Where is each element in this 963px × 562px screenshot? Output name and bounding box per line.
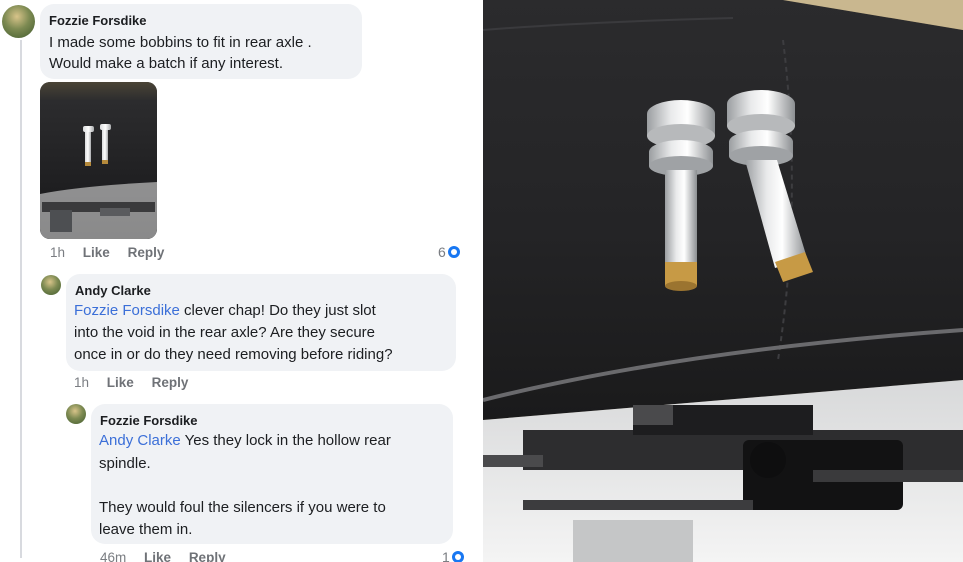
reaction-count[interactable]: 1: [442, 549, 464, 562]
comment-text-line: leave them in.: [99, 521, 193, 538]
bobbins-on-seat-photo: [483, 0, 963, 562]
avatar[interactable]: [2, 5, 35, 38]
comment-text-line: once in or do they need removing before …: [74, 346, 393, 363]
thread-connector: [20, 40, 22, 278]
reply-button[interactable]: Reply: [152, 375, 189, 390]
comment-thread: Fozzie Forsdike I made some bobbins to f…: [0, 0, 472, 562]
comment-text-line: I made some bobbins to fit in rear axle …: [49, 34, 312, 51]
comment-text: clever chap! Do they just slot: [179, 302, 376, 319]
comment-text-line: spindle.: [99, 455, 151, 472]
comment-author[interactable]: Fozzie Forsdike: [49, 13, 147, 28]
avatar[interactable]: [41, 275, 61, 295]
like-button[interactable]: Like: [144, 550, 171, 562]
enlarged-photo[interactable]: [483, 0, 963, 562]
comment-time[interactable]: 46m: [100, 550, 126, 562]
comment-text-line: Fozzie Forsdike clever chap! Do they jus…: [74, 302, 376, 319]
comment-text-line: Andy Clarke Yes they lock in the hollow …: [99, 432, 391, 449]
mention-link[interactable]: Andy Clarke: [99, 432, 181, 449]
reply-button[interactable]: Reply: [128, 245, 165, 260]
comment-actions: 1h Like Reply: [74, 375, 202, 390]
avatar[interactable]: [66, 404, 86, 424]
comment-bubble: Fozzie Forsdike Andy Clarke Yes they loc…: [91, 404, 453, 544]
comment-actions: 46m Like Reply: [100, 550, 240, 562]
comment-actions: 1h Like Reply: [50, 245, 178, 260]
reaction-icon: [447, 246, 460, 258]
reaction-count-value: 1: [442, 549, 450, 562]
comment-bubble: Fozzie Forsdike I made some bobbins to f…: [40, 4, 362, 79]
comment-text-line: They would foul the silencers if you wer…: [99, 499, 386, 516]
thread-connector: [20, 278, 22, 558]
like-button[interactable]: Like: [83, 245, 110, 260]
reaction-icon: [451, 551, 464, 562]
reply-button[interactable]: Reply: [189, 550, 226, 562]
comment-text-line: into the void in the rear axle? Are they…: [74, 324, 376, 341]
like-button[interactable]: Like: [107, 375, 134, 390]
mention-link[interactable]: Fozzie Forsdike: [74, 302, 180, 319]
reaction-count-value: 6: [438, 244, 446, 260]
bobbins-photo-thumbnail: [40, 82, 157, 239]
reaction-count[interactable]: 6: [438, 244, 460, 260]
comment-text: Yes they lock in the hollow rear: [180, 432, 391, 449]
comment-author[interactable]: Andy Clarke: [75, 283, 151, 298]
comment-bubble: Andy Clarke Fozzie Forsdike clever chap!…: [66, 274, 456, 371]
attached-photo-thumbnail[interactable]: [40, 82, 157, 239]
comment-time[interactable]: 1h: [50, 245, 65, 260]
comment-time[interactable]: 1h: [74, 375, 89, 390]
comment-author[interactable]: Fozzie Forsdike: [100, 413, 198, 428]
comment-text-line: Would make a batch if any interest.: [49, 55, 284, 72]
